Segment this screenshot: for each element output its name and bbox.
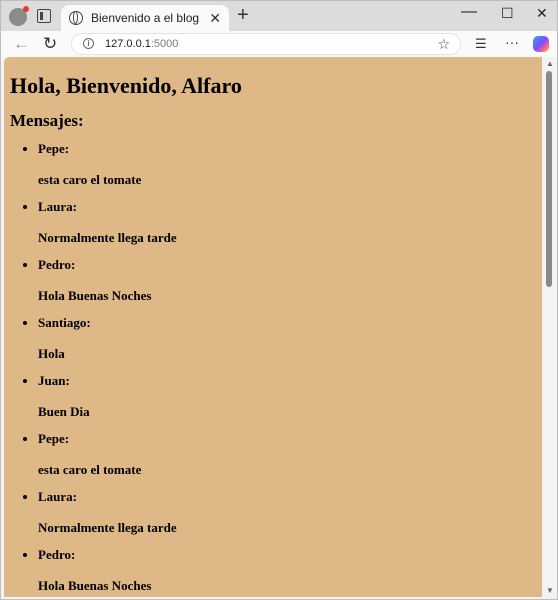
message-text: esta caro el tomate: [38, 172, 142, 187]
minimize-icon[interactable]: —: [461, 3, 477, 21]
close-window-icon[interactable]: ✕: [536, 5, 548, 22]
scroll-up-icon[interactable]: ▲: [546, 59, 554, 68]
message-author: Pedro:: [38, 257, 76, 272]
url-port: :5000: [150, 38, 179, 50]
message-text: Normalmente llega tarde: [38, 520, 177, 535]
message-text: Hola Buenas Noches: [38, 578, 152, 593]
message-item: Pedro: Hola Buenas Noches: [38, 547, 530, 594]
address-bar[interactable]: i 127.0.0.1:5000 ☆: [71, 33, 461, 55]
message-author: Juan:: [38, 373, 70, 388]
page-viewport: Hola, Bienvenido, Alfaro Mensajes: Pepe:…: [4, 57, 542, 597]
message-text: Hola Buenas Noches: [38, 288, 152, 303]
message-author: Laura:: [38, 199, 77, 214]
more-icon[interactable]: ···: [505, 34, 519, 50]
vertical-scrollbar[interactable]: ▲ ▼: [542, 57, 556, 597]
message-item: Santiago: Hola: [38, 315, 530, 362]
message-text: Buen Dia: [38, 404, 90, 419]
message-author: Pepe:: [38, 431, 70, 446]
new-tab-icon[interactable]: +: [237, 5, 249, 25]
back-arrow-icon[interactable]: ←: [13, 34, 30, 54]
message-text: esta caro el tomate: [38, 462, 142, 477]
browser-window: Bienvenido a el blog ✕ + — ☐ ✕ ← ↻ i 127…: [0, 0, 558, 600]
message-author: Santiago:: [38, 315, 91, 330]
reload-icon[interactable]: ↻: [43, 34, 57, 54]
page-title: Hola, Bienvenido, Alfaro: [10, 73, 242, 98]
message-item: Pepe: esta caro el tomate: [38, 141, 530, 188]
message-text: Hola: [38, 346, 65, 361]
message-item: Juan: Buen Dia: [38, 373, 530, 420]
message-text: Normalmente llega tarde: [38, 230, 177, 245]
address-toolbar: ← ↻ i 127.0.0.1:5000 ☆ ☰ ···: [1, 31, 557, 57]
messages-heading: Mensajes:: [10, 111, 84, 130]
message-author: Pedro:: [38, 547, 76, 562]
maximize-icon[interactable]: ☐: [501, 5, 514, 22]
favorites-icon[interactable]: ☰: [475, 36, 487, 52]
tab-actions-icon[interactable]: [37, 9, 51, 23]
scroll-thumb[interactable]: [546, 71, 552, 287]
messages-list: Pepe: esta caro el tomate Laura: Normalmen…: [10, 141, 530, 594]
message-author: Pepe:: [38, 141, 70, 156]
url-host: 127.0.0.1: [105, 38, 151, 50]
profile-icon[interactable]: [9, 6, 29, 26]
star-icon[interactable]: ☆: [437, 36, 450, 53]
copilot-icon[interactable]: [533, 36, 549, 52]
info-icon[interactable]: i: [83, 38, 94, 49]
page-content: Hola, Bienvenido, Alfaro Mensajes: Pepe:…: [10, 57, 530, 597]
message-item: Laura: Normalmente llega tarde: [38, 489, 530, 536]
globe-icon: [69, 11, 83, 25]
message-item: Pedro: Hola Buenas Noches: [38, 257, 530, 304]
tab-active[interactable]: Bienvenido a el blog ✕: [61, 5, 229, 31]
close-tab-icon[interactable]: ✕: [209, 10, 221, 27]
tab-title: Bienvenido a el blog: [91, 11, 200, 25]
message-author: Laura:: [38, 489, 77, 504]
scroll-down-icon[interactable]: ▼: [546, 586, 554, 595]
message-item: Pepe: esta caro el tomate: [38, 431, 530, 478]
url-text: 127.0.0.1:5000: [105, 38, 178, 50]
title-bar: Bienvenido a el blog ✕ + — ☐ ✕: [1, 1, 557, 31]
message-item: Laura: Normalmente llega tarde: [38, 199, 530, 246]
